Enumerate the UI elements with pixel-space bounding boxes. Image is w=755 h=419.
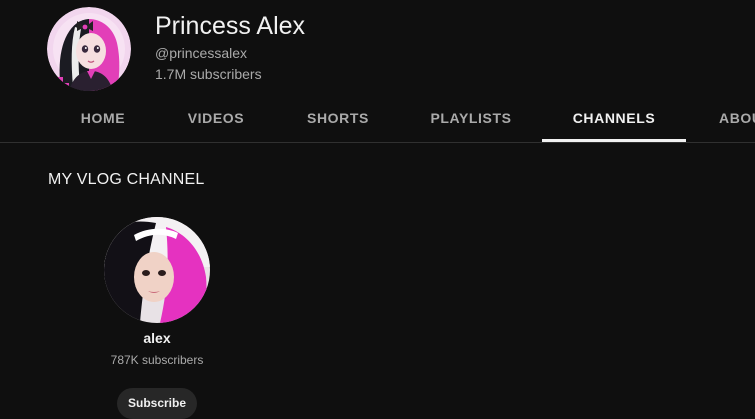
tabs-divider bbox=[0, 142, 755, 143]
tab-videos[interactable]: VIDEOS bbox=[172, 98, 260, 142]
tab-shorts[interactable]: SHORTS bbox=[293, 98, 383, 142]
channel-handle: @princessalex bbox=[155, 45, 248, 61]
tab-home[interactable]: HOME bbox=[64, 98, 142, 142]
channel-subscriber-count: 1.7M subscribers bbox=[155, 66, 262, 82]
subscribe-button[interactable]: Subscribe bbox=[117, 388, 197, 419]
featured-channel-name[interactable]: alex bbox=[57, 329, 257, 347]
avatar-illustration-icon bbox=[47, 7, 131, 91]
featured-channel-avatar[interactable] bbox=[104, 217, 210, 323]
section-title: MY VLOG CHANNEL bbox=[48, 171, 205, 188]
channel-title: Princess Alex bbox=[155, 12, 306, 40]
featured-channel-subscriber-count: 787K subscribers bbox=[110, 353, 204, 367]
channel-page: Princess Alex @princessalex 1.7M subscri… bbox=[0, 0, 755, 419]
tab-about[interactable]: ABOUT bbox=[719, 98, 755, 142]
tab-playlists[interactable]: PLAYLISTS bbox=[415, 98, 527, 142]
channel-avatar[interactable] bbox=[47, 7, 131, 91]
avatar-photo-icon bbox=[104, 217, 210, 323]
channel-tabs: HOME VIDEOS SHORTS PLAYLISTS CHANNELS AB… bbox=[0, 98, 755, 142]
tab-channels[interactable]: CHANNELS bbox=[542, 98, 686, 142]
